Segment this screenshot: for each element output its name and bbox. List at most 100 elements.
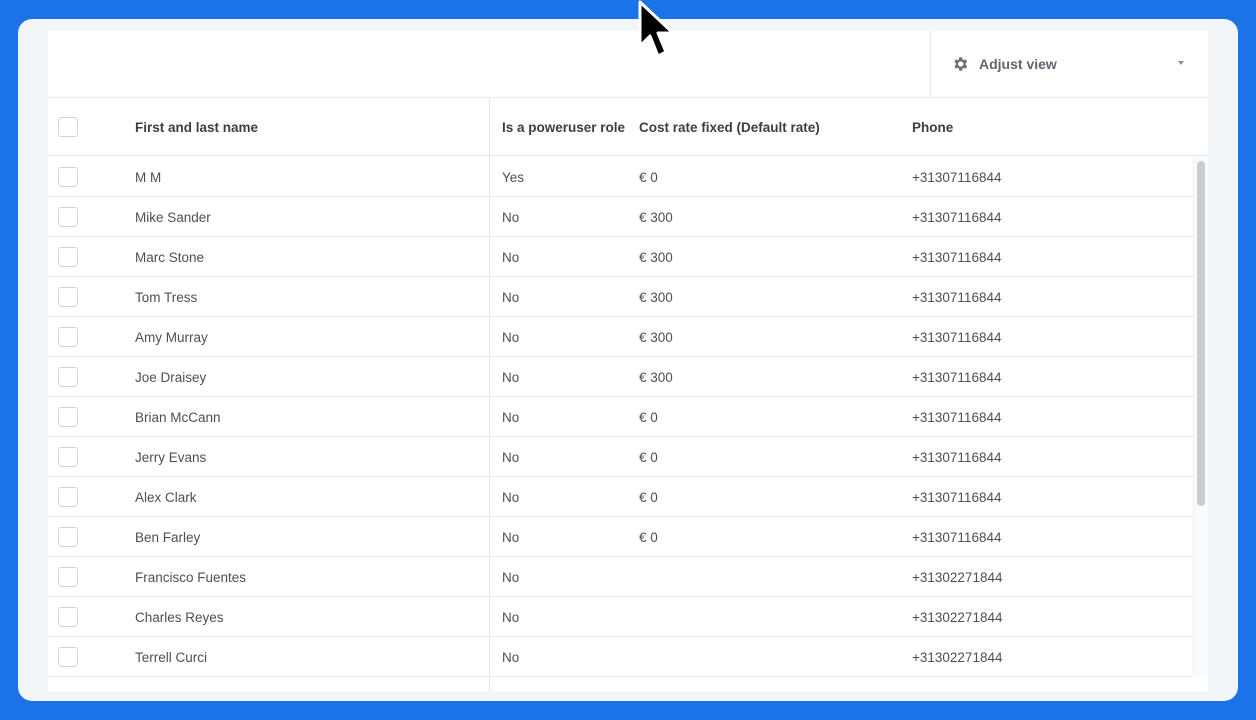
cell-phone: +31307116844	[912, 409, 1002, 425]
cell-poweruser: No	[502, 489, 520, 505]
mouse-pointer-icon	[638, 0, 675, 58]
row-select-cell	[58, 397, 78, 437]
row-select-cell	[58, 557, 78, 597]
row-checkbox[interactable]	[58, 287, 78, 307]
toolbar: Adjust view	[48, 31, 1208, 98]
table-row[interactable]: Marc Stone No € 300 +31307116844	[48, 237, 1193, 277]
table-row[interactable]: Tom Tress No € 300 +31307116844	[48, 277, 1193, 317]
cell-name: Alex Clark	[135, 489, 197, 505]
cell-poweruser: No	[502, 449, 520, 465]
cell-phone: +31302271844	[912, 569, 1003, 585]
table-row[interactable]: Joe Draisey No € 300 +31307116844	[48, 357, 1193, 397]
vertical-scrollbar[interactable]	[1193, 157, 1208, 677]
table-row[interactable]: Amy Murray No € 300 +31307116844	[48, 317, 1193, 357]
cell-phone: +31307116844	[912, 289, 1002, 305]
table-body: M M Yes € 0 +31307116844 Mike Sander No …	[48, 157, 1193, 677]
row-select-cell	[58, 357, 78, 397]
cell-phone: +31307116844	[912, 489, 1002, 505]
scrollbar-thumb[interactable]	[1197, 161, 1205, 506]
row-checkbox[interactable]	[58, 207, 78, 227]
row-checkbox[interactable]	[58, 407, 78, 427]
cell-poweruser: No	[502, 649, 520, 665]
cell-cost-rate: € 0	[639, 449, 658, 465]
cell-name: Brian McCann	[135, 409, 221, 425]
row-select-cell	[58, 637, 78, 677]
caret-down-icon	[1178, 61, 1184, 65]
row-select-cell	[58, 597, 78, 637]
cell-cost-rate: € 300	[639, 209, 673, 225]
cell-phone: +31307116844	[912, 369, 1002, 385]
table-panel: Adjust view First and last name Is a pow…	[48, 31, 1208, 691]
cell-name: Tom Tress	[135, 289, 198, 305]
cell-phone: +31307116844	[912, 329, 1002, 345]
select-all-cell	[58, 98, 78, 156]
column-header-name[interactable]: First and last name	[135, 98, 475, 156]
column-header-cost-rate[interactable]: Cost rate fixed (Default rate)	[639, 98, 899, 156]
table-header: First and last name Is a poweruser role …	[48, 98, 1208, 156]
row-select-cell	[58, 317, 78, 357]
cell-phone: +31307116844	[912, 449, 1002, 465]
cell-cost-rate: € 300	[639, 329, 673, 345]
table-row[interactable]: Charles Reyes No +31302271844	[48, 597, 1193, 637]
cell-phone: +31307116844	[912, 249, 1002, 265]
cell-name: Mike Sander	[135, 209, 211, 225]
cell-phone: +31302271844	[912, 649, 1003, 665]
row-checkbox[interactable]	[58, 527, 78, 547]
cell-name: Jerry Evans	[135, 449, 207, 465]
cell-cost-rate: € 0	[639, 409, 658, 425]
cell-poweruser: No	[502, 289, 520, 305]
cell-cost-rate: € 300	[639, 289, 673, 305]
row-checkbox[interactable]	[58, 247, 78, 267]
adjust-view-dropdown[interactable]: Adjust view	[930, 31, 1208, 97]
row-select-cell	[58, 237, 78, 277]
table-row[interactable]: Terrell Curci No +31302271844	[48, 637, 1193, 677]
cell-cost-rate: € 0	[639, 529, 658, 545]
cell-poweruser: No	[502, 569, 520, 585]
cell-poweruser: No	[502, 409, 520, 425]
cell-cost-rate: € 300	[639, 369, 673, 385]
cell-poweruser: No	[502, 369, 520, 385]
cell-name: Amy Murray	[135, 329, 208, 345]
row-select-cell	[58, 277, 78, 317]
cell-name: Charles Reyes	[135, 609, 224, 625]
cell-phone: +31302271844	[912, 609, 1003, 625]
row-select-cell	[58, 517, 78, 557]
cell-phone: +31307116844	[912, 169, 1002, 185]
table-row[interactable]: Ben Farley No € 0 +31307116844	[48, 517, 1193, 557]
app-card: Adjust view First and last name Is a pow…	[18, 19, 1238, 701]
row-checkbox[interactable]	[58, 487, 78, 507]
row-checkbox[interactable]	[58, 367, 78, 387]
cell-phone: +31307116844	[912, 529, 1002, 545]
cell-poweruser: No	[502, 329, 520, 345]
table-row[interactable]: Mike Sander No € 300 +31307116844	[48, 197, 1193, 237]
table-row[interactable]: Brian McCann No € 0 +31307116844	[48, 397, 1193, 437]
cell-poweruser: No	[502, 249, 520, 265]
row-checkbox[interactable]	[58, 647, 78, 667]
cell-name: Francisco Fuentes	[135, 569, 247, 585]
row-checkbox[interactable]	[58, 167, 78, 187]
gear-icon	[954, 57, 968, 71]
row-checkbox[interactable]	[58, 447, 78, 467]
table-row[interactable]: Francisco Fuentes No +31302271844	[48, 557, 1193, 597]
row-checkbox[interactable]	[58, 327, 78, 347]
cell-poweruser: No	[502, 609, 520, 625]
cell-cost-rate: € 0	[639, 169, 658, 185]
table-row[interactable]: Alex Clark No € 0 +31307116844	[48, 477, 1193, 517]
cell-name: Terrell Curci	[135, 649, 208, 665]
column-header-poweruser[interactable]: Is a poweruser role	[502, 98, 629, 156]
row-select-cell	[58, 157, 78, 197]
column-header-phone[interactable]: Phone	[912, 98, 1172, 156]
cell-name: M M	[135, 169, 162, 185]
table-row[interactable]: M M Yes € 0 +31307116844	[48, 157, 1193, 197]
cell-poweruser: No	[502, 209, 520, 225]
cell-poweruser: Yes	[502, 169, 525, 185]
cell-phone: +31307116844	[912, 209, 1002, 225]
cell-cost-rate: € 300	[639, 249, 673, 265]
adjust-view-label: Adjust view	[979, 56, 1057, 72]
row-select-cell	[58, 477, 78, 517]
row-checkbox[interactable]	[58, 607, 78, 627]
cell-cost-rate: € 0	[639, 489, 658, 505]
select-all-checkbox[interactable]	[58, 117, 78, 137]
row-checkbox[interactable]	[58, 567, 78, 587]
table-row[interactable]: Jerry Evans No € 0 +31307116844	[48, 437, 1193, 477]
